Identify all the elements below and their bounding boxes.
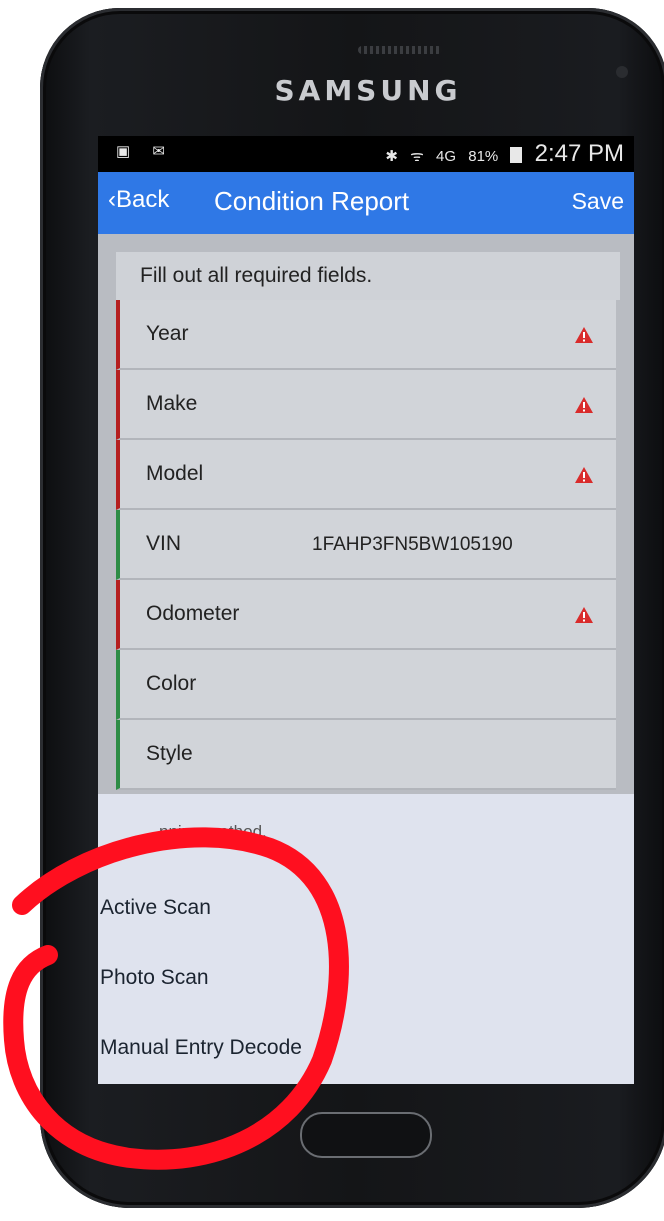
field-row-color[interactable]: Color xyxy=(116,650,616,720)
battery-percent: 81% xyxy=(468,148,499,165)
field-label: VIN xyxy=(146,532,182,555)
sheet-title: …nning method. xyxy=(142,822,267,841)
field-row-style[interactable]: Style xyxy=(116,720,616,790)
option-active-scan[interactable]: Active Scan xyxy=(100,896,211,920)
option-manual-entry-decode[interactable]: Manual Entry Decode xyxy=(100,1036,302,1060)
field-label: Model xyxy=(146,462,204,485)
option-photo-scan[interactable]: Photo Scan xyxy=(100,966,209,990)
required-fields-notice: Fill out all required fields. xyxy=(116,252,620,300)
navigation-bar: ‹Back Condition Report Save xyxy=(98,172,634,234)
home-button[interactable] xyxy=(300,1112,432,1158)
field-label: Color xyxy=(146,672,197,695)
chevron-left-icon: ‹ xyxy=(108,186,116,213)
warning-icon xyxy=(575,397,593,413)
status-bar: ▣ ✉ ✱ ᯤ 4G 81% 2:47 PM xyxy=(98,136,634,172)
field-row-model[interactable]: Model xyxy=(116,440,616,510)
field-row-odometer[interactable]: Odometer xyxy=(116,580,616,650)
field-label: Make xyxy=(146,392,198,415)
vin-value: 1FAHP3FN5BW105190 xyxy=(312,534,513,555)
warning-icon xyxy=(575,607,593,623)
network-type: 4G xyxy=(436,148,457,165)
field-row-year[interactable]: Year xyxy=(116,300,616,370)
nfl-icon: ▣ xyxy=(116,143,131,160)
field-label: Odometer xyxy=(146,602,240,625)
back-label: Back xyxy=(116,186,170,213)
warning-icon xyxy=(575,467,593,483)
field-label: Year xyxy=(146,322,189,345)
field-row-vin[interactable]: VIN 1FAHP3FN5BW105190 xyxy=(116,510,616,580)
clock: 2:47 PM xyxy=(534,140,624,167)
back-button[interactable]: ‹Back xyxy=(108,186,169,214)
phone-screen: ▣ ✉ ✱ ᯤ 4G 81% 2:47 PM ‹Back Condition R… xyxy=(98,136,634,1084)
page-title: Condition Report xyxy=(214,186,410,216)
field-row-make[interactable]: Make xyxy=(116,370,616,440)
mail-icon: ✉ xyxy=(152,143,165,160)
bluetooth-icon: ✱ xyxy=(385,148,398,165)
earpiece-speaker xyxy=(358,46,442,54)
scan-method-sheet: …nning method. Active Scan Photo Scan Ma… xyxy=(98,794,634,1084)
save-button[interactable]: Save xyxy=(572,188,624,215)
battery-icon xyxy=(510,147,523,163)
warning-icon xyxy=(575,327,593,343)
form-content: Fill out all required fields. Year Make … xyxy=(98,234,634,794)
field-list: Year Make Model VIN 1FAHP3FN5BW105190 Od… xyxy=(116,300,616,790)
brand-logo: SAMSUNG xyxy=(274,74,462,107)
wifi-icon: ᯤ xyxy=(410,148,424,165)
field-label: Style xyxy=(146,742,193,765)
